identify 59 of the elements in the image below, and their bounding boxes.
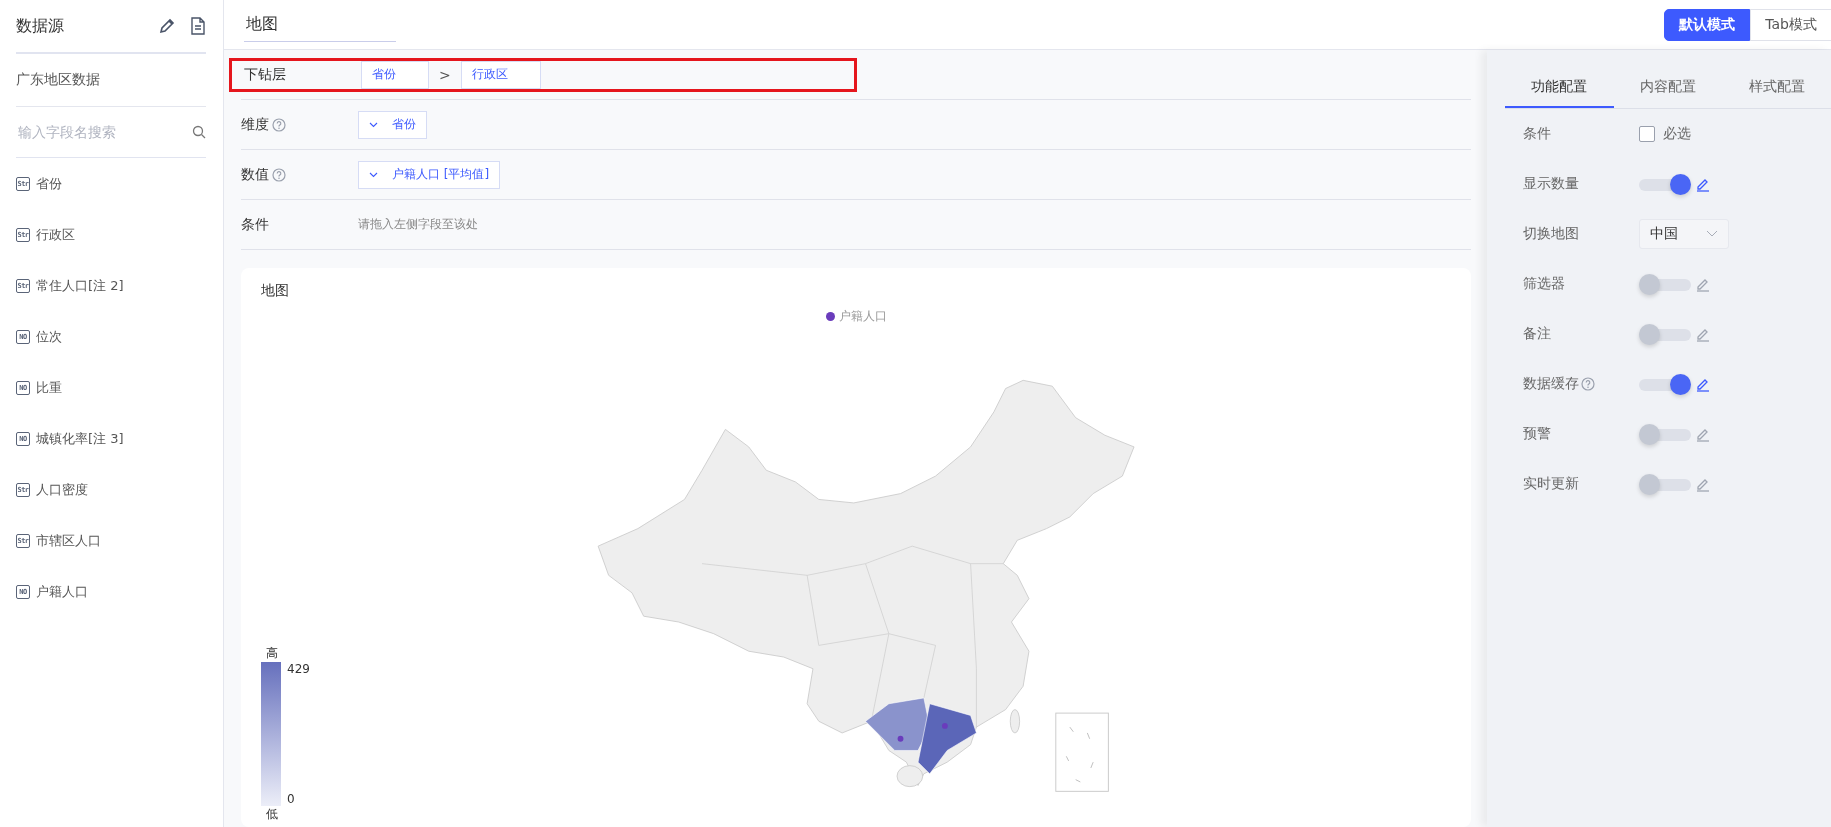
- search-field[interactable]: 输入字段名搜索: [16, 123, 192, 141]
- setting-label: 条件: [1523, 125, 1551, 143]
- toggle-switch[interactable]: [1639, 423, 1691, 445]
- component-title[interactable]: 地图: [244, 7, 396, 42]
- separator-text: >: [439, 66, 451, 83]
- config-tab[interactable]: 内容配置: [1613, 68, 1723, 108]
- setting-label: 预警: [1523, 425, 1551, 443]
- help-icon[interactable]: [272, 167, 286, 182]
- field-chip[interactable]: 户籍人口 [平均值]: [358, 160, 501, 189]
- setting-label: 显示数量: [1523, 175, 1579, 193]
- field-name[interactable]: 比重: [36, 378, 62, 397]
- field-name[interactable]: 常住人口[注 2]: [36, 276, 124, 295]
- dataset-name[interactable]: 广东地区数据: [16, 54, 206, 107]
- field-name[interactable]: 位次: [36, 327, 62, 346]
- row-label: 条件: [241, 215, 269, 234]
- config-tab[interactable]: 样式配置: [1722, 68, 1831, 108]
- row-label: 下钻层: [244, 65, 286, 84]
- drill-level-chip[interactable]: 省份: [361, 60, 429, 89]
- setting-label: 筛选器: [1523, 275, 1565, 293]
- drill-level-chip[interactable]: 行政区: [460, 60, 541, 89]
- low-label: 低: [265, 806, 279, 823]
- chevron-down-icon: [1706, 230, 1718, 238]
- mode-tab[interactable]: 默认模式: [1664, 8, 1751, 41]
- map-select[interactable]: 中国: [1639, 219, 1729, 249]
- search-icon[interactable]: [192, 125, 206, 139]
- required-checkbox[interactable]: 必选: [1639, 125, 1691, 143]
- toggle-switch[interactable]: [1639, 373, 1691, 395]
- field-name[interactable]: 户籍人口: [36, 582, 88, 601]
- field-name[interactable]: 城镇化率[注 3]: [36, 429, 124, 448]
- help-icon[interactable]: [1581, 377, 1595, 391]
- pencil-icon[interactable]: [158, 17, 176, 35]
- toggle-switch[interactable]: [1639, 273, 1691, 295]
- setting-label: 切换地图: [1523, 225, 1579, 243]
- high-label: 高: [265, 645, 279, 662]
- toggle-switch[interactable]: [1639, 473, 1691, 495]
- field-name[interactable]: 行政区: [36, 225, 75, 244]
- document-icon[interactable]: [190, 17, 206, 35]
- chevron-down-icon: [369, 171, 378, 178]
- setting-label: 备注: [1523, 325, 1551, 343]
- config-tab[interactable]: 功能配置: [1505, 68, 1614, 108]
- mode-tab[interactable]: Tab模式: [1750, 8, 1831, 41]
- help-icon[interactable]: [272, 117, 286, 132]
- field-name[interactable]: 人口密度: [36, 480, 88, 499]
- toggle-switch[interactable]: [1639, 323, 1691, 345]
- row-label: 维度: [241, 115, 269, 134]
- chart-title: 地图: [261, 282, 290, 300]
- field-chip[interactable]: 省份: [358, 110, 427, 139]
- setting-label: 数据缓存: [1523, 375, 1579, 393]
- toggle-switch[interactable]: [1639, 173, 1691, 195]
- scale-min: 0: [287, 792, 296, 806]
- sidebar-title: 数据源: [16, 15, 65, 37]
- chevron-down-icon: [369, 121, 378, 128]
- drop-hint: 请拖入左侧字段至该处: [358, 216, 478, 233]
- field-name[interactable]: 市辖区人口: [36, 531, 101, 550]
- row-label: 数值: [241, 165, 269, 184]
- field-name[interactable]: 省份: [36, 174, 62, 193]
- setting-label: 实时更新: [1523, 475, 1579, 493]
- gradient-scale-bar[interactable]: [261, 662, 281, 806]
- scale-max: 429: [287, 662, 311, 676]
